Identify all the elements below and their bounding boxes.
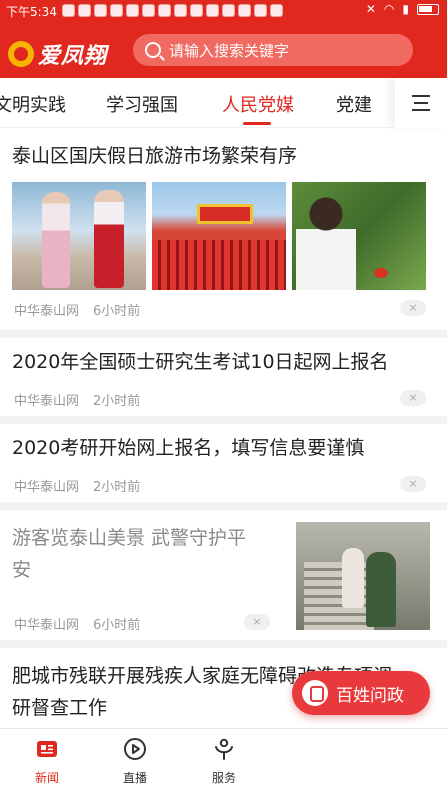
news-meta: 中华泰山网 2小时前 [14, 476, 140, 495]
news-title: 游客览泰山美景 武警守护平 [12, 527, 247, 549]
nav-live[interactable]: 直播 [105, 737, 165, 786]
channel-menu-button[interactable] [395, 78, 447, 128]
news-item[interactable]: 泰山区国庆假日旅游市场繁荣有序 中华泰山网 6小时前 × [0, 128, 447, 338]
notification-icon [78, 4, 91, 17]
notification-icon [142, 4, 155, 17]
search-icon [145, 42, 161, 58]
news-thumbnail [12, 182, 146, 290]
news-item[interactable]: 游客览泰山美景 武警守护平 安 中华泰山网 6小时前 × [0, 510, 447, 648]
search-placeholder: 请输入搜索关键字 [169, 41, 290, 60]
mute-icon: ✕ [365, 2, 376, 16]
notification-icon [62, 4, 75, 17]
logo-mark-icon [8, 41, 34, 67]
news-title-line2: 安 [12, 559, 32, 581]
news-source: 中华泰山网 [14, 304, 80, 319]
nav-label: 服务 [211, 771, 236, 785]
menu-line [412, 95, 430, 97]
signal-icon: ▮ [402, 2, 409, 16]
active-tab-indicator [243, 122, 271, 125]
app-header: 下午5:34 ✕ ◠ ▮ 爱凤翔 请输入搜索关键字 [0, 0, 447, 78]
news-item[interactable]: 2020考研开始网上报名，填写信息要谨慎 中华泰山网 2小时前 × [0, 424, 447, 510]
menu-line [412, 109, 430, 111]
channel-tabs: 文明实践 学习强国 人民党媒 党建 [0, 78, 447, 128]
thumbnail-figure [42, 192, 70, 288]
app-logo: 爱凤翔 [8, 38, 107, 70]
nav-label: 新闻 [34, 771, 59, 785]
thumbnail-figure [342, 548, 364, 608]
notification-icon [270, 4, 283, 17]
news-item[interactable]: 2020年全国硕士研究生考试10日起网上报名 中华泰山网 2小时前 × [0, 338, 447, 424]
notification-icon [126, 4, 139, 17]
news-title: 2020考研开始网上报名，填写信息要谨慎 [12, 437, 365, 459]
notification-icon [174, 4, 187, 17]
notification-icon [190, 4, 203, 17]
thumbnail-figure [296, 192, 356, 290]
notification-icon [222, 4, 235, 17]
news-thumbnail [296, 522, 430, 630]
nav-label: 直播 [122, 771, 147, 785]
tab-xuexi-qiangguo[interactable]: 学习强国 [106, 91, 178, 117]
notification-icon [254, 4, 267, 17]
notification-icon [158, 4, 171, 17]
notification-icons [62, 4, 283, 17]
news-icon [37, 741, 57, 757]
thumbnail-crowd [152, 240, 286, 290]
thumbnail-fruit [374, 268, 388, 278]
app-name: 爱凤翔 [38, 43, 108, 69]
notification-icon [206, 4, 219, 17]
tab-dangjian[interactable]: 党建 [336, 91, 372, 117]
status-right: ✕ ◠ ▮ [366, 2, 439, 16]
news-meta: 中华泰山网 2小时前 [14, 390, 140, 409]
nav-service[interactable]: 服务 [194, 737, 254, 786]
dismiss-button[interactable]: × [400, 390, 426, 406]
thumbnail-figure [94, 190, 124, 288]
battery-icon [417, 3, 439, 15]
news-time: 6小时前 [93, 618, 141, 633]
news-title-line2: 研督查工作 [12, 697, 108, 719]
nav-news[interactable]: 新闻 [17, 737, 77, 786]
dismiss-button[interactable]: × [400, 300, 426, 316]
notification-icon [110, 4, 123, 17]
news-time: 6小时前 [93, 304, 141, 319]
news-source: 中华泰山网 [14, 618, 80, 633]
dismiss-button[interactable]: × [244, 614, 270, 630]
thumbnail-gate [197, 204, 253, 224]
news-thumbnail [152, 182, 286, 290]
notification-icon [94, 4, 107, 17]
news-source: 中华泰山网 [14, 480, 80, 495]
news-time: 2小时前 [93, 394, 141, 409]
tab-renmin-dangmei[interactable]: 人民党媒 [222, 91, 294, 117]
search-bar[interactable]: 请输入搜索关键字 [133, 34, 413, 66]
dismiss-button[interactable]: × [400, 476, 426, 492]
tab-wenming-shijian[interactable]: 文明实践 [0, 91, 66, 117]
bottom-nav: 新闻 直播 服务 [0, 728, 447, 795]
public-inquiry-button[interactable]: 百姓问政 [292, 671, 430, 715]
news-title: 泰山区国庆假日旅游市场繁荣有序 [12, 145, 298, 167]
play-icon [124, 738, 146, 760]
notification-icon [238, 4, 251, 17]
status-bar: 下午5:34 ✕ ◠ ▮ [0, 0, 447, 22]
wifi-icon: ◠ [383, 2, 395, 16]
news-meta: 中华泰山网 6小时前 [14, 300, 140, 319]
menu-line [414, 102, 428, 104]
news-thumbnail [292, 182, 426, 290]
news-title: 2020年全国硕士研究生考试10日起网上报名 [12, 351, 389, 373]
edit-icon [302, 680, 328, 706]
fab-label: 百姓问政 [336, 685, 404, 706]
news-source: 中华泰山网 [14, 394, 80, 409]
news-meta: 中华泰山网 6小时前 [14, 614, 140, 633]
status-time: 下午5:34 [6, 5, 57, 19]
service-icon [215, 738, 233, 760]
thumbnail-figure [366, 552, 396, 627]
news-time: 2小时前 [93, 480, 141, 495]
